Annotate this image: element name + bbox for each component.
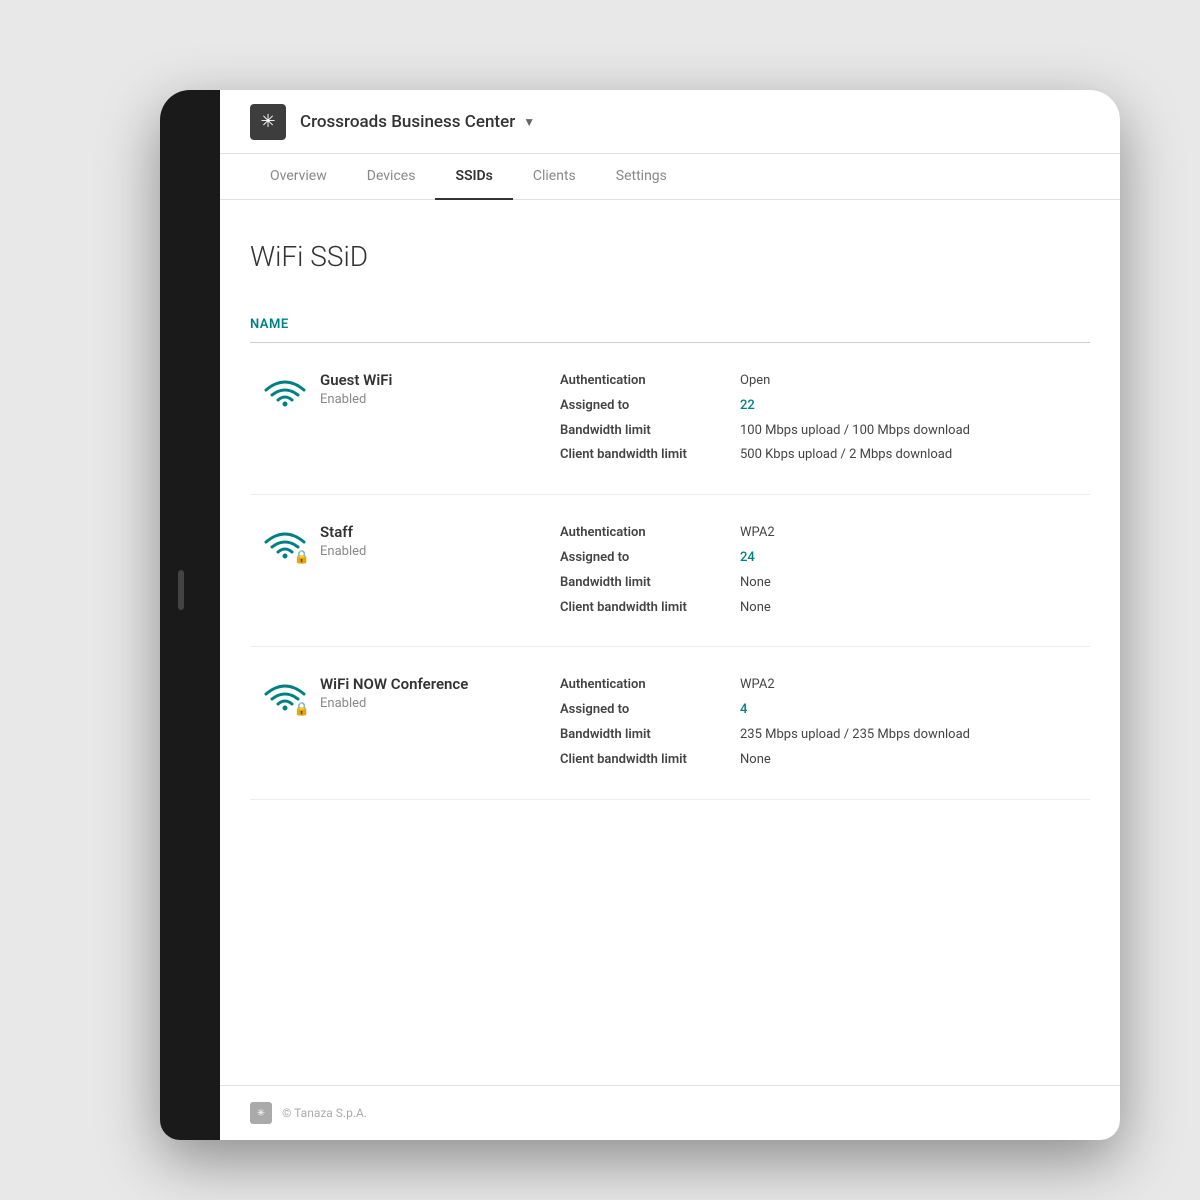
header: ✳ Crossroads Business Center ▼ [220,90,1120,154]
ssid-details-staff: Authentication Assigned to Bandwidth lim… [560,523,1090,618]
assigned-label-conference: Assigned to [560,700,740,721]
auth-value-conference: WPA2 [740,675,1090,696]
client-bw-label-staff: Client bandwidth limit [560,598,740,619]
footer: ✳ © Tanaza S.p.A. [220,1085,1120,1140]
col-name-header: Name [250,317,289,332]
auth-value-staff: WPA2 [740,523,1090,544]
app-logo: ✳ [250,104,286,140]
ssid-name-col-staff: Staff Enabled [320,523,560,559]
details-values-conference: WPA2 4 235 Mbps upload / 235 Mbps downlo… [740,675,1090,770]
auth-label-guest: Authentication [560,371,740,392]
details-labels-staff: Authentication Assigned to Bandwidth lim… [560,523,740,618]
wifi-icon-conference: 🔒 [264,679,306,711]
assigned-label-guest: Assigned to [560,396,740,417]
ssid-status-conference: Enabled [320,696,540,711]
lock-icon-staff: 🔒 [294,550,310,565]
ssid-icon-col-staff: 🔒 [250,523,320,559]
nav-tabs: Overview Devices SSIDs Clients Settings [220,154,1120,200]
ssid-row-conference[interactable]: 🔒 WiFi NOW Conference Enabled Authentica… [250,647,1090,799]
bw-value-staff: None [740,573,1090,594]
org-name: Crossroads Business Center [300,112,515,132]
org-dropdown-icon[interactable]: ▼ [523,115,535,129]
tab-devices[interactable]: Devices [347,154,436,200]
table-header: Name [250,313,1090,343]
client-bw-label-guest: Client bandwidth limit [560,445,740,466]
ssid-details-guest: Authentication Assigned to Bandwidth lim… [560,371,1090,466]
ssid-row-guest[interactable]: Guest WiFi Enabled Authentication Assign… [250,343,1090,495]
details-labels-guest: Authentication Assigned to Bandwidth lim… [560,371,740,466]
auth-label-staff: Authentication [560,523,740,544]
tab-ssids[interactable]: SSIDs [435,154,512,200]
assigned-value-staff[interactable]: 24 [740,548,1090,569]
bw-label-guest: Bandwidth limit [560,421,740,442]
auth-label-conference: Authentication [560,675,740,696]
wifi-icon-guest [264,375,306,407]
assigned-value-guest[interactable]: 22 [740,396,1090,417]
client-bw-label-conference: Client bandwidth limit [560,750,740,771]
lock-icon-conference: 🔒 [294,702,310,717]
ssid-details-conference: Authentication Assigned to Bandwidth lim… [560,675,1090,770]
footer-copyright: © Tanaza S.p.A. [282,1106,367,1120]
app-container: ✳ Crossroads Business Center ▼ Overview … [220,90,1120,1140]
tab-settings[interactable]: Settings [596,154,687,200]
footer-logo: ✳ [250,1102,272,1124]
ssid-table: Name [250,313,1090,800]
client-bw-value-staff: None [740,598,1090,619]
side-buttons [178,570,184,610]
device-frame: ✳ Crossroads Business Center ▼ Overview … [160,90,1120,1140]
bw-label-staff: Bandwidth limit [560,573,740,594]
page-title: WiFi SSiD [250,240,1090,273]
client-bw-value-conference: None [740,750,1090,771]
ssid-icon-col-guest [250,371,320,407]
details-labels-conference: Authentication Assigned to Bandwidth lim… [560,675,740,770]
assigned-label-staff: Assigned to [560,548,740,569]
ssid-name-guest: Guest WiFi [320,371,540,389]
details-values-staff: WPA2 24 None None [740,523,1090,618]
auth-value-guest: Open [740,371,1090,392]
ssid-status-guest: Enabled [320,392,540,407]
ssid-name-col-conference: WiFi NOW Conference Enabled [320,675,560,711]
ssid-status-staff: Enabled [320,544,540,559]
assigned-value-conference[interactable]: 4 [740,700,1090,721]
client-bw-value-guest: 500 Kbps upload / 2 Mbps download [740,445,1090,466]
ssid-name-staff: Staff [320,523,540,541]
wifi-svg-guest [264,375,306,407]
bw-value-conference: 235 Mbps upload / 235 Mbps download [740,725,1090,746]
bw-value-guest: 100 Mbps upload / 100 Mbps download [740,421,1090,442]
logo-icon: ✳ [260,111,275,132]
ssid-row-staff[interactable]: 🔒 Staff Enabled Authentication Assigned … [250,495,1090,647]
details-values-guest: Open 22 100 Mbps upload / 100 Mbps downl… [740,371,1090,466]
main-content: WiFi SSiD Name [220,200,1120,1085]
ssid-name-col-guest: Guest WiFi Enabled [320,371,560,407]
tab-clients[interactable]: Clients [513,154,596,200]
wifi-icon-staff: 🔒 [264,527,306,559]
device-screen: ✳ Crossroads Business Center ▼ Overview … [220,90,1120,1140]
bw-label-conference: Bandwidth limit [560,725,740,746]
tab-overview[interactable]: Overview [250,154,347,200]
ssid-icon-col-conference: 🔒 [250,675,320,711]
ssid-name-conference: WiFi NOW Conference [320,675,540,693]
